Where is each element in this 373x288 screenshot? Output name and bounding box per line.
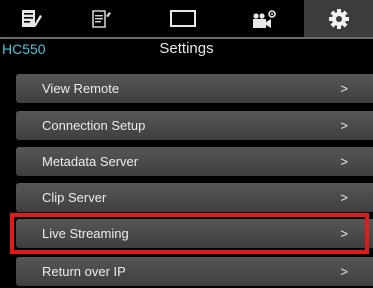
tab-settings[interactable]: [304, 0, 373, 37]
page-title: Settings: [159, 40, 214, 57]
screen-icon: [170, 9, 196, 27]
menu-item-live-streaming[interactable]: Live Streaming >: [16, 219, 373, 248]
tab-bar: [0, 0, 373, 37]
menu-item-connection-setup[interactable]: Connection Setup >: [16, 111, 373, 140]
menu-item-label: Return over IP: [42, 264, 126, 279]
menu-item-return-over-ip[interactable]: Return over IP >: [16, 257, 373, 286]
clip-edit-icon: [91, 9, 111, 28]
menu-item-label: Clip Server: [42, 190, 107, 205]
chevron-right-icon: >: [340, 190, 348, 205]
menu-item-view-remote[interactable]: View Remote >: [16, 74, 373, 103]
gear-icon: [328, 8, 349, 29]
menu-item-label: Connection Setup: [42, 118, 146, 133]
menu-item-label: View Remote: [42, 81, 120, 96]
chevron-right-icon: >: [340, 226, 348, 241]
clip-list-icon: [22, 9, 42, 27]
tab-camera-settings[interactable]: [225, 0, 304, 37]
tab-screen[interactable]: [141, 0, 225, 37]
chevron-right-icon: >: [340, 81, 348, 96]
tab-clip-edit[interactable]: [62, 0, 141, 37]
camera-settings-icon: [252, 9, 276, 28]
menu-item-label: Metadata Server: [42, 154, 139, 169]
header: HC550 Settings: [0, 39, 373, 60]
menu-item-label: Live Streaming: [42, 226, 129, 241]
chevron-right-icon: >: [340, 264, 348, 279]
chevron-right-icon: >: [340, 118, 348, 133]
menu-item-clip-server[interactable]: Clip Server >: [16, 183, 373, 212]
chevron-right-icon: >: [340, 154, 348, 169]
menu-item-metadata-server[interactable]: Metadata Server >: [16, 147, 373, 176]
tab-clip-list[interactable]: [0, 0, 62, 37]
